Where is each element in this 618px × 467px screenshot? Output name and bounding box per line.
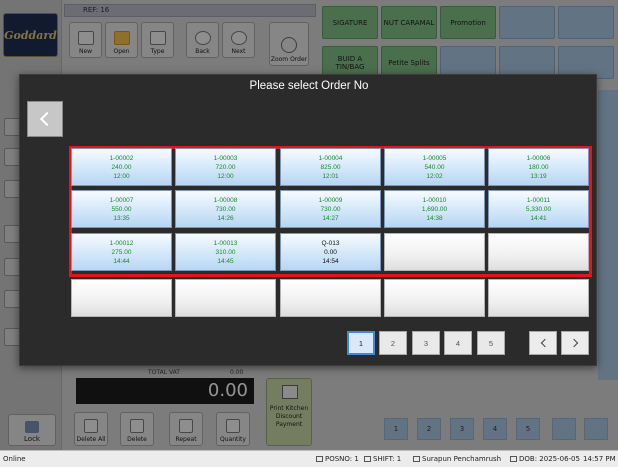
clock-icon <box>510 456 517 462</box>
monitor-icon <box>316 456 323 462</box>
order-amount: 730.00 <box>215 205 236 213</box>
order-no: 1-00005 <box>422 154 447 162</box>
order-tile[interactable]: 1-00010 1,690.00 14:38 <box>384 190 485 228</box>
connection-status: Online <box>3 455 26 463</box>
order-no: 1-00007 <box>109 196 134 204</box>
order-time: 14:41 <box>530 214 547 222</box>
order-tile[interactable]: Q-013 0.00 14:54 <box>280 233 381 271</box>
order-amount: 550.00 <box>111 205 132 213</box>
order-time: 13:19 <box>530 172 547 180</box>
shift: SHIFT: 1 <box>364 455 401 463</box>
order-time: 14:45 <box>217 257 234 265</box>
order-tile[interactable]: 1-00003 720.00 12:00 <box>175 148 276 186</box>
empty-order-slot[interactable] <box>384 279 485 317</box>
chevron-right-icon <box>569 338 578 348</box>
order-no: Q-013 <box>321 239 340 247</box>
chevron-left-icon <box>540 338 549 348</box>
order-no: 1-00013 <box>213 239 238 247</box>
order-tile[interactable]: 1-00013 310.00 14:45 <box>175 233 276 271</box>
order-tile[interactable]: 1-00002 240.00 12:00 <box>71 148 172 186</box>
page-button-4[interactable]: 4 <box>444 331 472 355</box>
shift-icon <box>364 456 371 462</box>
order-tile[interactable]: 1-00012 275.00 14:44 <box>71 233 172 271</box>
empty-order-slot[interactable] <box>488 279 589 317</box>
posno: POSNO: 1 <box>316 455 359 463</box>
dob: DOB: 2025-06-05 <box>510 455 580 463</box>
dialog-back-button[interactable] <box>27 101 63 137</box>
chevron-left-icon <box>39 111 55 127</box>
order-no: 1-00004 <box>318 154 343 162</box>
order-time: 14:44 <box>113 257 130 265</box>
dialog-title: Please select Order No <box>249 80 369 92</box>
order-time: 12:02 <box>426 172 443 180</box>
order-time: 14:38 <box>426 214 443 222</box>
order-time: 13:35 <box>113 214 130 222</box>
order-time: 14:54 <box>322 257 339 265</box>
order-tile[interactable]: 1-00008 730.00 14:26 <box>175 190 276 228</box>
empty-order-slot[interactable] <box>71 279 172 317</box>
user-icon <box>413 456 420 462</box>
order-time: 14:26 <box>217 214 234 222</box>
prev-page-button[interactable] <box>529 331 557 355</box>
page-button-1[interactable]: 1 <box>347 331 375 355</box>
next-page-button[interactable] <box>561 331 589 355</box>
order-amount: 275.00 <box>111 248 132 256</box>
empty-order-slot[interactable] <box>175 279 276 317</box>
order-amount: 720.00 <box>215 163 236 171</box>
order-amount: 310.00 <box>215 248 236 256</box>
order-no: 1-00010 <box>422 196 447 204</box>
empty-order-slot[interactable] <box>280 279 381 317</box>
order-tile[interactable]: 1-00009 730.00 14:27 <box>280 190 381 228</box>
order-time: 12:00 <box>113 172 130 180</box>
clock-time: 14:57 PM <box>583 455 616 463</box>
order-tile[interactable]: 1-00011 5,330.00 14:41 <box>488 190 589 228</box>
order-tile[interactable]: 1-00007 550.00 13:35 <box>71 190 172 228</box>
order-no: 1-00011 <box>526 196 551 204</box>
select-order-dialog: Please select Order No 1 2 3 4 5 1-00002… <box>19 74 597 366</box>
order-amount: 240.00 <box>111 163 132 171</box>
order-amount: 0.00 <box>324 248 337 256</box>
order-amount: 5,330.00 <box>525 205 552 213</box>
order-amount: 825.00 <box>320 163 341 171</box>
order-no: 1-00009 <box>318 196 343 204</box>
empty-order-slot[interactable] <box>488 233 589 271</box>
order-time: 14:27 <box>322 214 339 222</box>
order-amount: 180.00 <box>528 163 549 171</box>
order-tile[interactable]: 1-00005 540.00 12:02 <box>384 148 485 186</box>
page-button-5[interactable]: 5 <box>477 331 505 355</box>
page-button-2[interactable]: 2 <box>379 331 407 355</box>
order-amount: 1,690.00 <box>421 205 448 213</box>
order-no: 1-00006 <box>526 154 551 162</box>
order-tile[interactable]: 1-00004 825.00 12:01 <box>280 148 381 186</box>
order-amount: 540.00 <box>424 163 445 171</box>
order-amount: 730.00 <box>320 205 341 213</box>
status-bar: Online POSNO: 1 SHIFT: 1 Surapun Pencham… <box>0 450 618 467</box>
order-no: 1-00003 <box>213 154 238 162</box>
order-time: 12:01 <box>322 172 339 180</box>
order-time: 12:00 <box>217 172 234 180</box>
order-tile[interactable]: 1-00006 180.00 13:19 <box>488 148 589 186</box>
user: Surapun Penchamrush <box>413 455 501 463</box>
page-button-3[interactable]: 3 <box>412 331 440 355</box>
order-no: 1-00008 <box>213 196 238 204</box>
order-no: 1-00012 <box>109 239 134 247</box>
order-no: 1-00002 <box>109 154 134 162</box>
empty-order-slot[interactable] <box>384 233 485 271</box>
